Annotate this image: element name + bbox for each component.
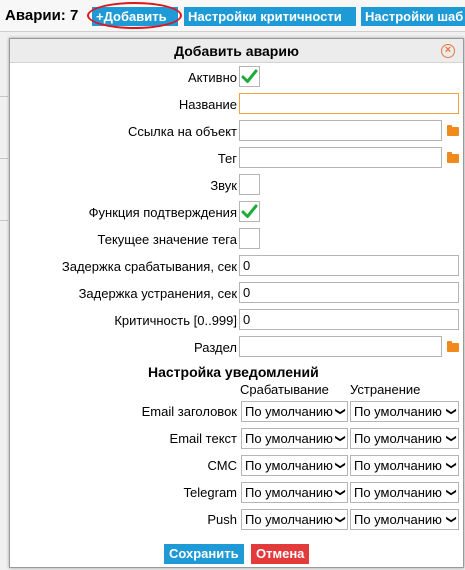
notifications-heading: Настройка уведомлений: [148, 364, 319, 380]
object-link-input[interactable]: [239, 120, 442, 141]
folder-icon[interactable]: [447, 341, 459, 352]
current-tag-value-checkbox[interactable]: [239, 228, 260, 249]
object-link-label: Ссылка на объект: [127, 124, 237, 139]
criticality-settings-button[interactable]: Настройки критичности: [184, 7, 356, 26]
chevron-down-icon: ❯: [334, 515, 346, 524]
highlight-ellipse: [87, 2, 182, 29]
clear-delay-input[interactable]: 0: [239, 282, 459, 303]
checkmark-icon: [241, 204, 258, 218]
background-row-divider: [0, 220, 8, 221]
folder-icon[interactable]: [447, 152, 459, 163]
chevron-down-icon: ❯: [445, 407, 457, 416]
trigger-column-header: Срабатывание: [240, 382, 329, 397]
close-icon[interactable]: ×: [441, 44, 455, 58]
criticality-label: Критичность [0..999]: [114, 313, 237, 328]
name-label: Название: [178, 97, 237, 112]
email-text-label: Email текст: [169, 431, 237, 446]
current-tag-value-label: Текущее значение тега: [97, 232, 238, 247]
chevron-down-icon: ❯: [334, 434, 346, 443]
email-text-trigger-select[interactable]: По умолчанию ❯: [241, 428, 348, 449]
chevron-down-icon: ❯: [334, 488, 346, 497]
chevron-down-icon: ❯: [445, 488, 457, 497]
sound-label: Звук: [210, 178, 237, 193]
push-clear-select[interactable]: По умолчанию ❯: [350, 509, 459, 530]
checkmark-icon: [241, 69, 258, 83]
name-input[interactable]: [239, 93, 459, 114]
section-label: Раздел: [194, 340, 237, 355]
template-settings-button[interactable]: Настройки шаб: [361, 7, 465, 26]
alarms-count-title: Аварии: 7: [5, 7, 79, 24]
criticality-input[interactable]: 0: [239, 309, 459, 330]
background-row-divider: [0, 158, 8, 159]
background-row-divider: [0, 96, 8, 97]
section-input[interactable]: [239, 336, 442, 357]
email-subject-trigger-select[interactable]: По умолчанию ❯: [241, 401, 348, 422]
email-text-clear-select[interactable]: По умолчанию ❯: [350, 428, 459, 449]
push-label: Push: [207, 512, 237, 527]
push-trigger-select[interactable]: По умолчанию ❯: [241, 509, 348, 530]
telegram-clear-select[interactable]: По умолчанию ❯: [350, 482, 459, 503]
chevron-down-icon: ❯: [445, 515, 457, 524]
folder-icon[interactable]: [447, 125, 459, 136]
chevron-down-icon: ❯: [334, 407, 346, 416]
add-alarm-dialog: Добавить аварию × Активно Название Ссылк…: [9, 38, 464, 568]
save-button[interactable]: Сохранить: [164, 544, 244, 564]
trigger-delay-input[interactable]: 0: [239, 255, 459, 276]
chevron-down-icon: ❯: [445, 461, 457, 470]
sms-trigger-select[interactable]: По умолчанию ❯: [241, 455, 348, 476]
alarms-toolbar: Аварии: 7 +Добавить Настройки критичност…: [0, 0, 465, 32]
active-label: Активно: [187, 70, 237, 85]
telegram-label: Telegram: [183, 485, 237, 500]
sms-clear-select[interactable]: По умолчанию ❯: [350, 455, 459, 476]
clear-delay-label: Задержка устранения, сек: [78, 286, 237, 301]
email-subject-clear-select[interactable]: По умолчанию ❯: [350, 401, 459, 422]
clear-column-header: Устранение: [350, 382, 421, 397]
chevron-down-icon: ❯: [445, 434, 457, 443]
tag-input[interactable]: [239, 147, 442, 168]
confirmation-label: Функция подтверждения: [88, 205, 237, 220]
sms-label: СМС: [207, 458, 237, 473]
email-subject-label: Email заголовок: [141, 404, 237, 419]
active-checkbox[interactable]: [239, 66, 260, 87]
sound-checkbox[interactable]: [239, 174, 260, 195]
confirmation-checkbox[interactable]: [239, 201, 260, 222]
telegram-trigger-select[interactable]: По умолчанию ❯: [241, 482, 348, 503]
cancel-button[interactable]: Отмена: [251, 544, 310, 564]
chevron-down-icon: ❯: [334, 461, 346, 470]
tag-label: Тег: [217, 151, 237, 166]
trigger-delay-label: Задержка срабатывания, сек: [61, 259, 237, 274]
dialog-title: Добавить аварию: [10, 39, 463, 63]
